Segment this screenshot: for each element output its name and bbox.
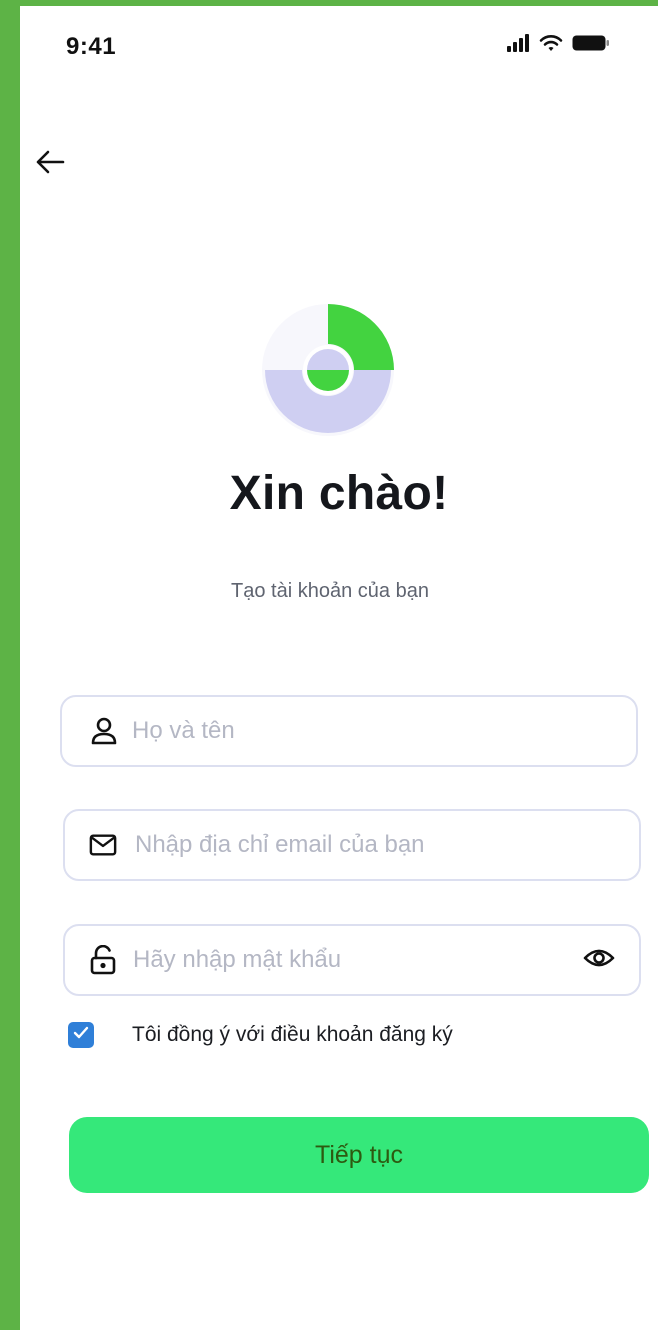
cellular-signal-icon bbox=[506, 34, 530, 57]
email-input[interactable] bbox=[135, 831, 639, 859]
terms-checkbox[interactable] bbox=[68, 1022, 94, 1048]
page-subtitle: Tạo tài khoản của bạn bbox=[231, 580, 429, 602]
toggle-password-visibility-button[interactable] bbox=[581, 942, 617, 978]
app-screen: 9:41 Xin chào! Tạo tài khoản của bạn Họ … bbox=[20, 6, 658, 1330]
terms-label: Tôi đồng ý với điều khoản đăng ký bbox=[132, 1023, 453, 1046]
terms-agreement: Tôi đồng ý với điều khoản đăng ký bbox=[68, 1022, 453, 1048]
status-bar: 9:41 bbox=[20, 6, 658, 86]
lock-icon bbox=[89, 945, 117, 975]
continue-button[interactable]: Tiếp tục bbox=[69, 1117, 649, 1193]
wifi-icon bbox=[539, 34, 563, 57]
arrow-left-icon bbox=[35, 150, 65, 179]
mail-icon bbox=[89, 831, 117, 859]
status-time: 9:41 bbox=[66, 33, 117, 60]
user-icon bbox=[90, 717, 118, 745]
password-field[interactable] bbox=[63, 924, 641, 996]
name-field[interactable] bbox=[60, 695, 638, 767]
back-button[interactable] bbox=[30, 144, 70, 184]
eye-icon bbox=[583, 947, 615, 974]
name-input[interactable] bbox=[132, 717, 636, 745]
password-input[interactable] bbox=[133, 946, 581, 974]
status-icons bbox=[506, 34, 610, 57]
logo-icon bbox=[260, 302, 400, 447]
battery-icon bbox=[572, 34, 610, 57]
check-icon bbox=[73, 1026, 89, 1045]
email-field[interactable] bbox=[63, 809, 641, 881]
page-title: Xin chào! bbox=[229, 467, 449, 520]
